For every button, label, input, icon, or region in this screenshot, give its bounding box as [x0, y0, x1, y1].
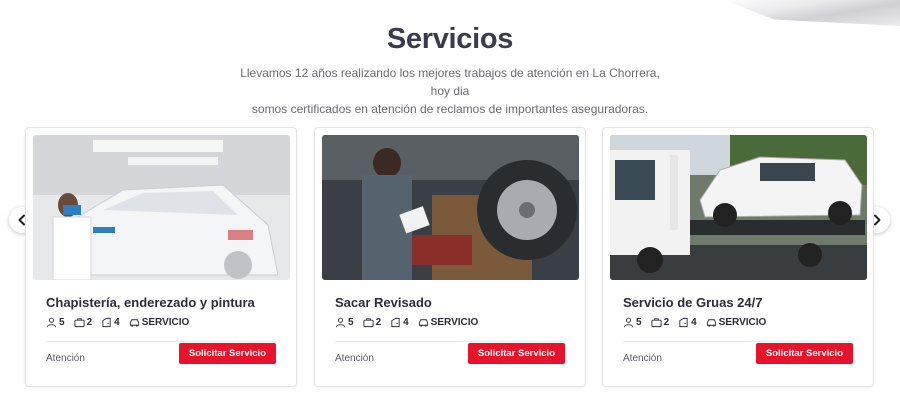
- card-title: Servicio de Gruas 24/7: [623, 295, 763, 310]
- bags-count: 2: [375, 317, 382, 328]
- door-icon: [391, 317, 400, 328]
- card-image[interactable]: [322, 135, 579, 280]
- card-footer-label: Atención: [623, 353, 662, 364]
- people-count: 5: [348, 317, 354, 328]
- card-image[interactable]: [610, 135, 867, 280]
- service-card-gruas: Servicio de Gruas 24/7 5 2 4 SERVICIO At…: [602, 127, 874, 387]
- section-title: Servicios: [386, 23, 514, 55]
- card-features: 5 2 4 SERVICIO: [623, 317, 775, 328]
- card-footer-label: Atención: [335, 353, 374, 364]
- card-footer-label: Atención: [46, 353, 85, 364]
- card-title: Chapistería, enderezado y pintura: [46, 295, 255, 310]
- door-icon: [102, 317, 111, 328]
- card-features: 5 2 4 SERVICIO: [335, 317, 487, 328]
- doors-count: 4: [114, 317, 120, 328]
- card-divider: [46, 341, 276, 342]
- people-count: 5: [59, 317, 65, 328]
- solicitar-servicio-button[interactable]: Solicitar Servicio: [755, 343, 853, 364]
- car-painting-photo: [33, 135, 290, 280]
- service-type: SERVICIO: [141, 317, 190, 328]
- door-icon: [679, 317, 688, 328]
- card-divider: [335, 341, 565, 342]
- solicitar-servicio-button[interactable]: Solicitar Servicio: [178, 343, 276, 364]
- bags-count: 2: [663, 317, 670, 328]
- people-count: 5: [636, 317, 642, 328]
- tow-truck-photo: [610, 135, 867, 280]
- bags-count: 2: [86, 317, 93, 328]
- description-line-2: somos certificados en atención de reclam…: [251, 102, 649, 116]
- card-features: 5 2 4 SERVICIO: [46, 317, 198, 328]
- suitcase-icon: [651, 318, 662, 328]
- car-icon: [129, 319, 139, 327]
- person-icon: [46, 317, 57, 328]
- service-card-revisado: Sacar Revisado 5 2 4 SERVICIO Atención S…: [314, 127, 586, 387]
- suitcase-icon: [74, 318, 85, 328]
- card-divider: [623, 341, 853, 342]
- section-description: Llevamos 12 años realizando los mejores …: [240, 64, 660, 118]
- service-type: SERVICIO: [430, 317, 479, 328]
- mechanic-inspection-photo: [322, 135, 579, 280]
- car-icon: [706, 319, 716, 327]
- suitcase-icon: [363, 318, 374, 328]
- person-icon: [623, 317, 634, 328]
- car-icon: [418, 319, 428, 327]
- person-icon: [335, 317, 346, 328]
- solicitar-servicio-button[interactable]: Solicitar Servicio: [467, 343, 565, 364]
- doors-count: 4: [403, 317, 409, 328]
- service-card-chapisteria: Chapistería, enderezado y pintura 5 2 4 …: [25, 127, 297, 387]
- card-image[interactable]: [33, 135, 290, 280]
- card-title: Sacar Revisado: [335, 295, 432, 310]
- description-line-1: Llevamos 12 años realizando los mejores …: [240, 66, 660, 98]
- service-type: SERVICIO: [718, 317, 767, 328]
- doors-count: 4: [691, 317, 697, 328]
